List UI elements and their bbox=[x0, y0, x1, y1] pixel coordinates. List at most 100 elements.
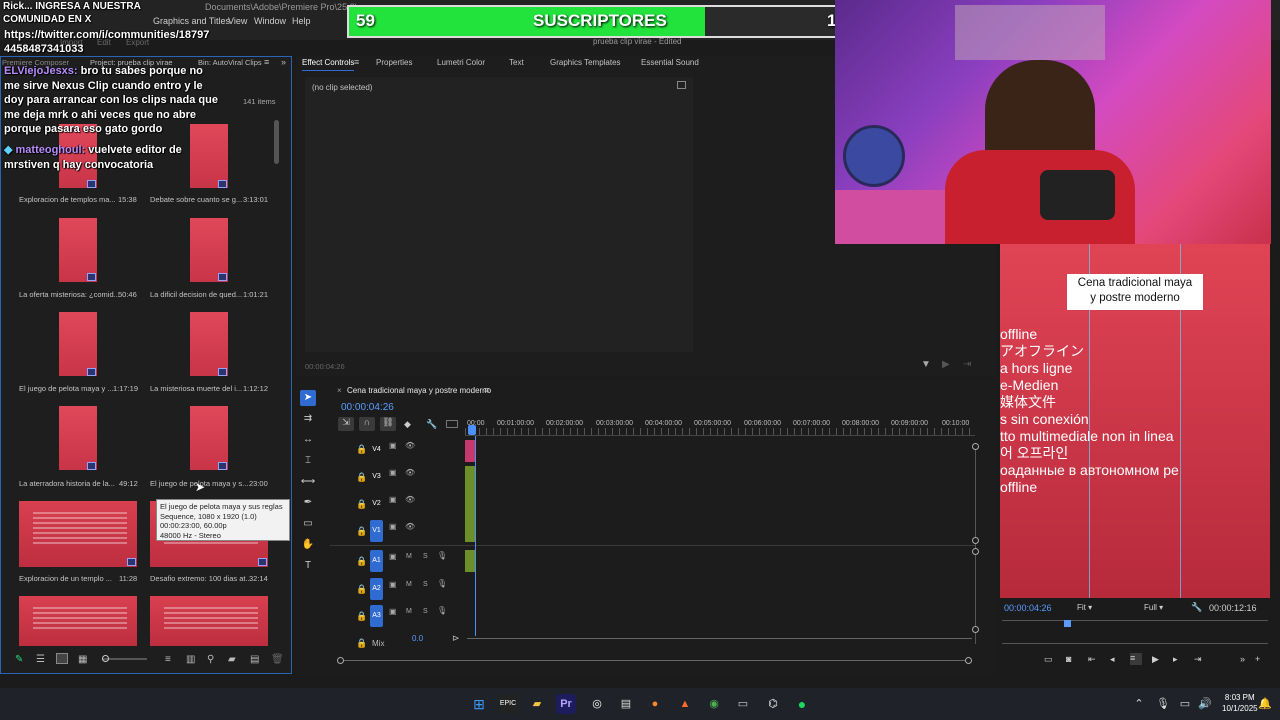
track-zoom-handle[interactable] bbox=[972, 537, 979, 544]
project-scrollbar[interactable] bbox=[274, 120, 279, 164]
trash-icon[interactable]: 🗑 bbox=[271, 654, 284, 665]
new-item-icon[interactable]: ▤ bbox=[250, 654, 259, 665]
mic-icon[interactable]: 🎙 bbox=[437, 579, 447, 588]
panel-toggle-icon[interactable] bbox=[677, 81, 686, 89]
solo-button[interactable]: S bbox=[423, 608, 428, 615]
sync-lock-icon[interactable]: ▣ bbox=[389, 552, 397, 561]
lock-icon[interactable]: 🔒 bbox=[356, 611, 367, 622]
add-button-icon[interactable]: + bbox=[1255, 654, 1260, 664]
captions-icon[interactable] bbox=[446, 420, 458, 428]
video-clip[interactable] bbox=[465, 466, 475, 542]
clip-thumbnail[interactable] bbox=[59, 312, 97, 376]
comparison-icon[interactable]: ≡ bbox=[1130, 653, 1142, 665]
ripple-edit-tool-icon[interactable]: ↔ bbox=[300, 432, 316, 448]
mark-out-icon[interactable]: ⇥ bbox=[1194, 654, 1202, 665]
clip-name[interactable]: Exploracion de un templo ... bbox=[19, 574, 112, 583]
timeline-settings-icon[interactable]: 🔧 bbox=[426, 419, 437, 430]
tab-text[interactable]: Text bbox=[509, 58, 524, 67]
clip-name[interactable]: La oferta misteriosa: ¿comid... bbox=[19, 290, 120, 299]
sync-lock-icon[interactable]: ▣ bbox=[389, 495, 397, 504]
linked-selection-icon[interactable]: ⛓ bbox=[380, 417, 396, 431]
type-tool-icon[interactable]: T bbox=[300, 558, 316, 574]
chrome-icon[interactable]: ◉ bbox=[704, 694, 724, 714]
expand-panels-icon[interactable]: » bbox=[281, 57, 286, 67]
tab-graphics-templates[interactable]: Graphics Templates bbox=[550, 58, 621, 67]
panel-menu-icon[interactable]: ≡ bbox=[354, 57, 359, 67]
automate-icon[interactable]: ▥ bbox=[186, 654, 195, 665]
sync-lock-icon[interactable]: ▣ bbox=[389, 441, 397, 450]
slip-tool-icon[interactable]: ⟷ bbox=[300, 474, 316, 490]
sync-lock-icon[interactable]: ▣ bbox=[389, 580, 397, 589]
clip-name[interactable]: La aterradora historia de la... bbox=[19, 479, 115, 488]
track-v1[interactable]: V1 bbox=[370, 520, 383, 542]
program-ruler[interactable] bbox=[1002, 620, 1268, 628]
new-bin-icon[interactable]: ▰ bbox=[228, 654, 236, 665]
icon-view-icon[interactable] bbox=[56, 653, 68, 664]
pencil-icon[interactable]: ✎ bbox=[15, 654, 23, 665]
program-timecode[interactable]: 00:00:04:26 bbox=[1004, 603, 1052, 613]
menu-help[interactable]: Help bbox=[292, 16, 311, 26]
zoom-slider-handle[interactable] bbox=[102, 655, 109, 662]
lock-icon[interactable]: 🔒 bbox=[356, 526, 367, 537]
clip-name[interactable]: La misteriosa muerte del i... bbox=[150, 384, 242, 393]
terminal-icon[interactable]: ▭ bbox=[733, 694, 753, 714]
step-forward-icon[interactable]: ▸ bbox=[1173, 654, 1178, 665]
pen-tool-icon[interactable]: ✒ bbox=[300, 495, 316, 511]
lock-icon[interactable]: 🔒 bbox=[356, 638, 367, 649]
spotify-icon[interactable]: ● bbox=[792, 694, 812, 714]
timeline-playhead[interactable] bbox=[475, 436, 476, 636]
microphone-tray-icon[interactable]: 🎙 bbox=[1153, 694, 1173, 714]
menu-view[interactable]: View bbox=[228, 16, 247, 26]
track-v4[interactable]: V4 bbox=[370, 439, 383, 461]
mute-button[interactable]: M bbox=[406, 581, 412, 588]
more-controls-icon[interactable]: » bbox=[1240, 654, 1245, 664]
export-frame-icon[interactable]: ⇥ bbox=[963, 359, 971, 370]
solo-button[interactable]: S bbox=[423, 553, 428, 560]
tab-essential-sound[interactable]: Essential Sound bbox=[641, 58, 699, 67]
mute-button[interactable]: M bbox=[406, 553, 412, 560]
mix-value[interactable]: 0.0 bbox=[412, 634, 423, 643]
solo-button[interactable]: S bbox=[423, 581, 428, 588]
nest-icon[interactable]: ⇲ bbox=[338, 417, 354, 431]
add-marker-icon[interactable]: ◆ bbox=[404, 419, 411, 430]
mic-icon[interactable]: 🎙 bbox=[437, 551, 447, 560]
clip-name[interactable]: Debate sobre cuanto se g... bbox=[150, 195, 242, 204]
track-zoom-handle[interactable] bbox=[972, 626, 979, 633]
sync-lock-icon[interactable]: ▣ bbox=[389, 607, 397, 616]
step-back-icon[interactable]: ◂ bbox=[1110, 654, 1115, 665]
selection-tool-icon[interactable]: ➤ bbox=[300, 390, 316, 406]
export-frame-icon[interactable]: ◙ bbox=[1066, 654, 1071, 664]
calculator-icon[interactable]: ▤ bbox=[616, 694, 636, 714]
clip-thumbnail[interactable] bbox=[19, 501, 137, 567]
clip-thumbnail[interactable] bbox=[190, 312, 228, 376]
tab-effect-controls[interactable]: Effect Controls bbox=[302, 58, 355, 71]
sequence-tab[interactable]: Cena tradicional maya y postre moderno bbox=[347, 386, 491, 395]
zoom-fit-select[interactable]: Fit ▾ bbox=[1077, 603, 1092, 612]
track-zoom-handle[interactable] bbox=[972, 443, 979, 450]
file-explorer-icon[interactable]: ▰ bbox=[527, 694, 547, 714]
timeline-timecode[interactable]: 00:00:04:26 bbox=[341, 402, 394, 413]
razor-tool-icon[interactable]: ⌶ bbox=[300, 453, 316, 469]
freeform-view-icon[interactable]: ▦ bbox=[78, 654, 87, 665]
lock-icon[interactable]: 🔒 bbox=[356, 444, 367, 455]
sync-lock-icon[interactable]: ▣ bbox=[389, 522, 397, 531]
timeline-zoom-scrollbar[interactable] bbox=[341, 660, 969, 661]
menu-window[interactable]: Window bbox=[254, 16, 286, 26]
tab-properties[interactable]: Properties bbox=[376, 58, 412, 67]
panel-menu-icon[interactable]: ≡ bbox=[264, 57, 269, 67]
rectangle-tool-icon[interactable]: ▭ bbox=[300, 516, 316, 532]
list-view-icon[interactable]: ☰ bbox=[36, 654, 45, 665]
volume-icon[interactable]: 🔊 bbox=[1195, 694, 1215, 714]
find-icon[interactable]: ⚲ bbox=[207, 654, 214, 665]
epic-games-icon[interactable]: EPIC bbox=[498, 694, 518, 714]
zoom-handle-right[interactable] bbox=[965, 657, 972, 664]
adjustment-clip[interactable] bbox=[465, 440, 475, 462]
lock-icon[interactable]: 🔒 bbox=[356, 499, 367, 510]
clip-name[interactable]: El juego de pelota maya y ... bbox=[19, 384, 114, 393]
eye-icon[interactable]: 👁 bbox=[405, 468, 415, 477]
app-orange-icon[interactable]: ● bbox=[645, 694, 665, 714]
timeline-ruler[interactable] bbox=[465, 428, 975, 436]
clip-thumbnail[interactable] bbox=[59, 406, 97, 470]
eye-icon[interactable]: 👁 bbox=[405, 441, 415, 450]
mute-button[interactable]: M bbox=[406, 608, 412, 615]
